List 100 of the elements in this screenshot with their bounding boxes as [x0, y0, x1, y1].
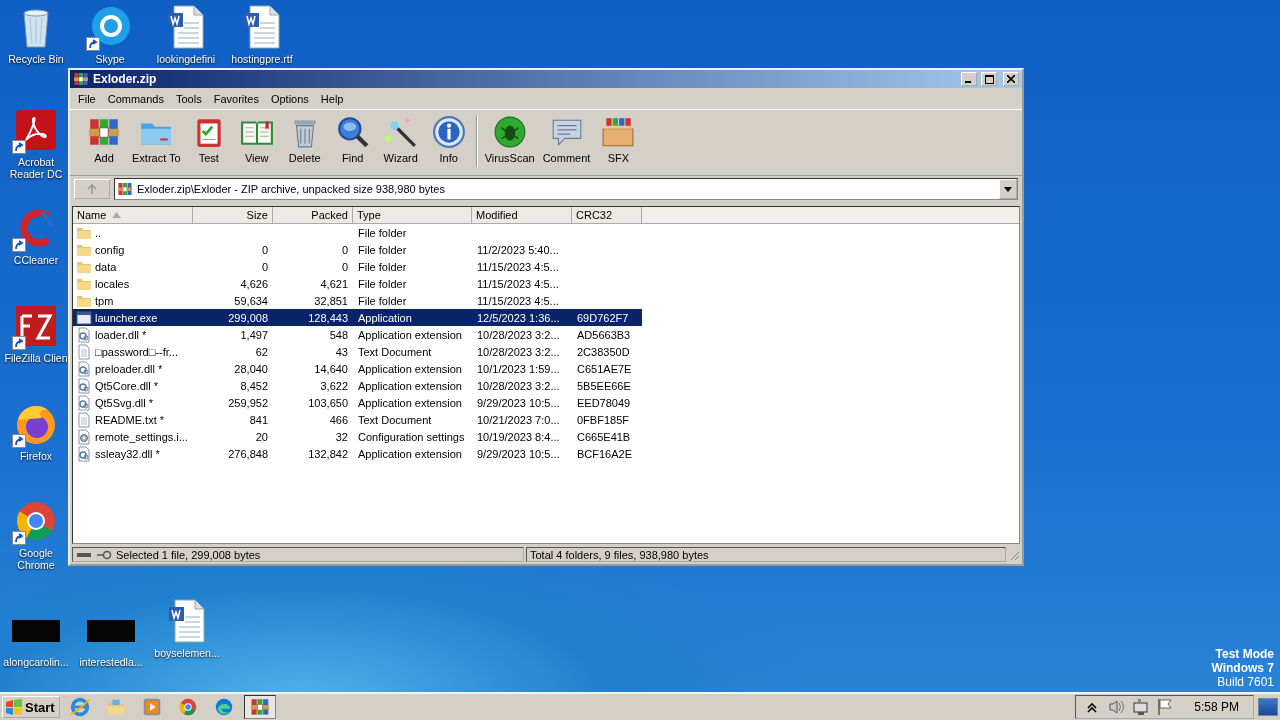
icon-label[interactable]: CCleaner [13, 254, 59, 266]
desktop-notice-text: Windows 7 [1211, 661, 1274, 675]
file-name: Qt5Core.dll * [95, 379, 158, 392]
table-cell-text: 128,443 [307, 311, 349, 324]
close-button[interactable] [1003, 72, 1019, 86]
toolbar-button[interactable]: Extract To [128, 113, 185, 166]
desktop-notice-text: Build 7601 [1217, 675, 1274, 689]
icon-label[interactable]: alongcarolin... [3, 656, 69, 668]
table-cell-text: Text Document [357, 345, 433, 358]
table-cell-text: 4,626 [239, 277, 269, 290]
taskbar-app-button[interactable] [243, 695, 276, 719]
menu-item[interactable]: Commands [101, 92, 170, 105]
show-desktop-button[interactable] [1258, 698, 1278, 716]
network-icon [1132, 698, 1151, 716]
menu-item[interactable]: Options [264, 92, 315, 105]
table-cell-text: 14,640 [313, 362, 349, 375]
toolbar-button[interactable]: Wizard [376, 113, 425, 166]
file-row[interactable]: ssleay32.dll * 276,848 132,842 Application extension 9/29/2023 10:5... BCF16A2E [73, 445, 642, 462]
file-row[interactable]: Qt5Svg.dll * 259,952 103,650 Application extension 9/29/2023 10:5... EED78049 [73, 394, 642, 411]
file-row[interactable]: launcher.exe 299,008 128,443 Application 12/5/2023 1:36... 69D762F7 [73, 309, 642, 326]
file-row[interactable]: README.txt * 841 466 Text Document 10/21/2023 7:0... 0FBF185F [73, 411, 642, 428]
file-row[interactable]: preloader.dll * 28,040 14,640 Application extension 10/1/2023 1:59... C651AE7E [73, 360, 642, 377]
up-button[interactable] [74, 179, 110, 199]
toolbar-button[interactable]: Find [328, 113, 377, 166]
column-header[interactable]: Type [353, 207, 472, 224]
flag-icon [1156, 698, 1175, 716]
table-cell-text: 10/19/2023 8:4... [476, 430, 561, 443]
icon-label[interactable]: hostingpre.rtf [231, 53, 293, 65]
icon-label[interactable]: Recycle Bin [8, 53, 64, 65]
table-cell-text: 28,040 [233, 362, 269, 375]
file-name: tpm [95, 294, 114, 307]
table-cell-text: File folder [357, 277, 408, 290]
file-row[interactable]: .. File folder [73, 224, 642, 241]
icon-label[interactable]: Firefox [19, 450, 53, 462]
table-cell-text: File folder [357, 294, 408, 307]
table-cell-text: 8,452 [239, 379, 269, 392]
file-row[interactable]: config 0 0 File folder 11/2/2023 5:40... [73, 241, 642, 258]
menu-item[interactable]: Tools [170, 92, 208, 105]
table-cell-text: 132,842 [307, 447, 349, 460]
toolbar-button[interactable]: Delete [280, 113, 329, 166]
column-header[interactable]: CRC32 [572, 207, 642, 224]
table-cell-text: Application extension [357, 379, 463, 392]
table-cell-text: 59,634 [233, 294, 269, 307]
column-header[interactable]: Modified [472, 207, 572, 224]
file-name: README.txt * [95, 413, 165, 426]
icon-label[interactable]: Skype [95, 53, 125, 65]
bug-icon [492, 115, 527, 149]
file-name: loader.dll * [95, 328, 147, 341]
start-button[interactable]: Start [2, 696, 60, 718]
table-cell-text: 43 [334, 345, 349, 358]
table-cell-text: File folder [357, 243, 408, 256]
icon-label[interactable]: Google Chrome [2, 547, 70, 571]
status-text: Total 4 folders, 9 files, 938,980 bytes [530, 548, 709, 561]
file-row[interactable]: tpm 59,634 32,851 File folder 11/15/2023 4:5... [73, 292, 642, 309]
toolbar-button[interactable]: SFX [594, 113, 643, 166]
icon-label[interactable]: FileZilla Clien [4, 352, 68, 364]
table-cell-text: 9/29/2023 10:5... [476, 396, 561, 409]
toolbar-button[interactable]: Add [80, 113, 128, 166]
table-cell-text: Text Document [357, 413, 433, 426]
status-text: Selected 1 file, 299,008 bytes [116, 548, 261, 561]
table-cell-text: 4,621 [319, 277, 349, 290]
address-field[interactable]: Exloder.zip\Exloder - ZIP archive, unpacked size 938,980 bytes [114, 178, 1018, 200]
icon-label[interactable]: lookingdefini [156, 53, 216, 65]
dropdown-button[interactable] [999, 179, 1017, 199]
close-icon [1007, 75, 1015, 83]
menu-item[interactable]: Favorites [207, 92, 265, 105]
toolbar-button[interactable]: Info [424, 113, 473, 166]
table-cell-text: File folder [357, 260, 408, 273]
window-icon [76, 309, 92, 326]
desktop-notice-text: Test Mode [1215, 647, 1274, 661]
column-header[interactable]: Name [73, 207, 193, 224]
file-row[interactable]: Qt5Core.dll * 8,452 3,622 Application extension 10/28/2023 3:2... 5B5EE66E [73, 377, 642, 394]
table-cell-text: 11/15/2023 4:5... [476, 260, 560, 273]
search-icon [335, 115, 370, 149]
box-icon [601, 115, 636, 149]
table-cell-text: 11/15/2023 4:5... [476, 294, 560, 307]
column-header[interactable]: Size [193, 207, 273, 224]
file-row[interactable]: □password□--fr... 62 43 Text Document 10/28/2023 3:2... 2C38350D [73, 343, 642, 360]
toolbar-button[interactable]: VirusScan [480, 113, 539, 166]
maximize-button[interactable] [981, 72, 997, 86]
file-row[interactable]: loader.dll * 1,497 548 Application extension 10/28/2023 3:2... AD5663B3 [73, 326, 642, 343]
table-cell-text: 11/2/2023 5:40... [476, 243, 560, 256]
window-title: Exloder.zip [93, 72, 158, 86]
minimize-button[interactable] [961, 72, 977, 86]
table-cell-text: 12/5/2023 1:36... [476, 311, 561, 324]
file-row[interactable]: locales 4,626 4,621 File folder 11/15/2023 4:5... [73, 275, 642, 292]
table-cell-text: 32,851 [313, 294, 349, 307]
toolbar-button[interactable]: Test [184, 113, 233, 166]
column-header[interactable]: Packed [273, 207, 353, 224]
file-row[interactable]: remote_settings.i... 20 32 Configuration settings 10/19/2023 8:4... C665E41B [73, 428, 642, 445]
menu-item[interactable]: File [72, 92, 102, 105]
text-file-icon [76, 343, 92, 360]
file-row[interactable]: data 0 0 File folder 11/15/2023 4:5... [73, 258, 642, 275]
archive-icon [248, 696, 271, 718]
menu-item[interactable]: Help [314, 92, 350, 105]
toolbar-button[interactable]: Comment [538, 113, 595, 166]
settings-file-icon [76, 377, 92, 394]
toolbar-button[interactable]: View [232, 113, 281, 166]
table-cell-text: BCF16A2E [576, 447, 634, 460]
icon-label[interactable]: Acrobat Reader DC [2, 156, 70, 180]
